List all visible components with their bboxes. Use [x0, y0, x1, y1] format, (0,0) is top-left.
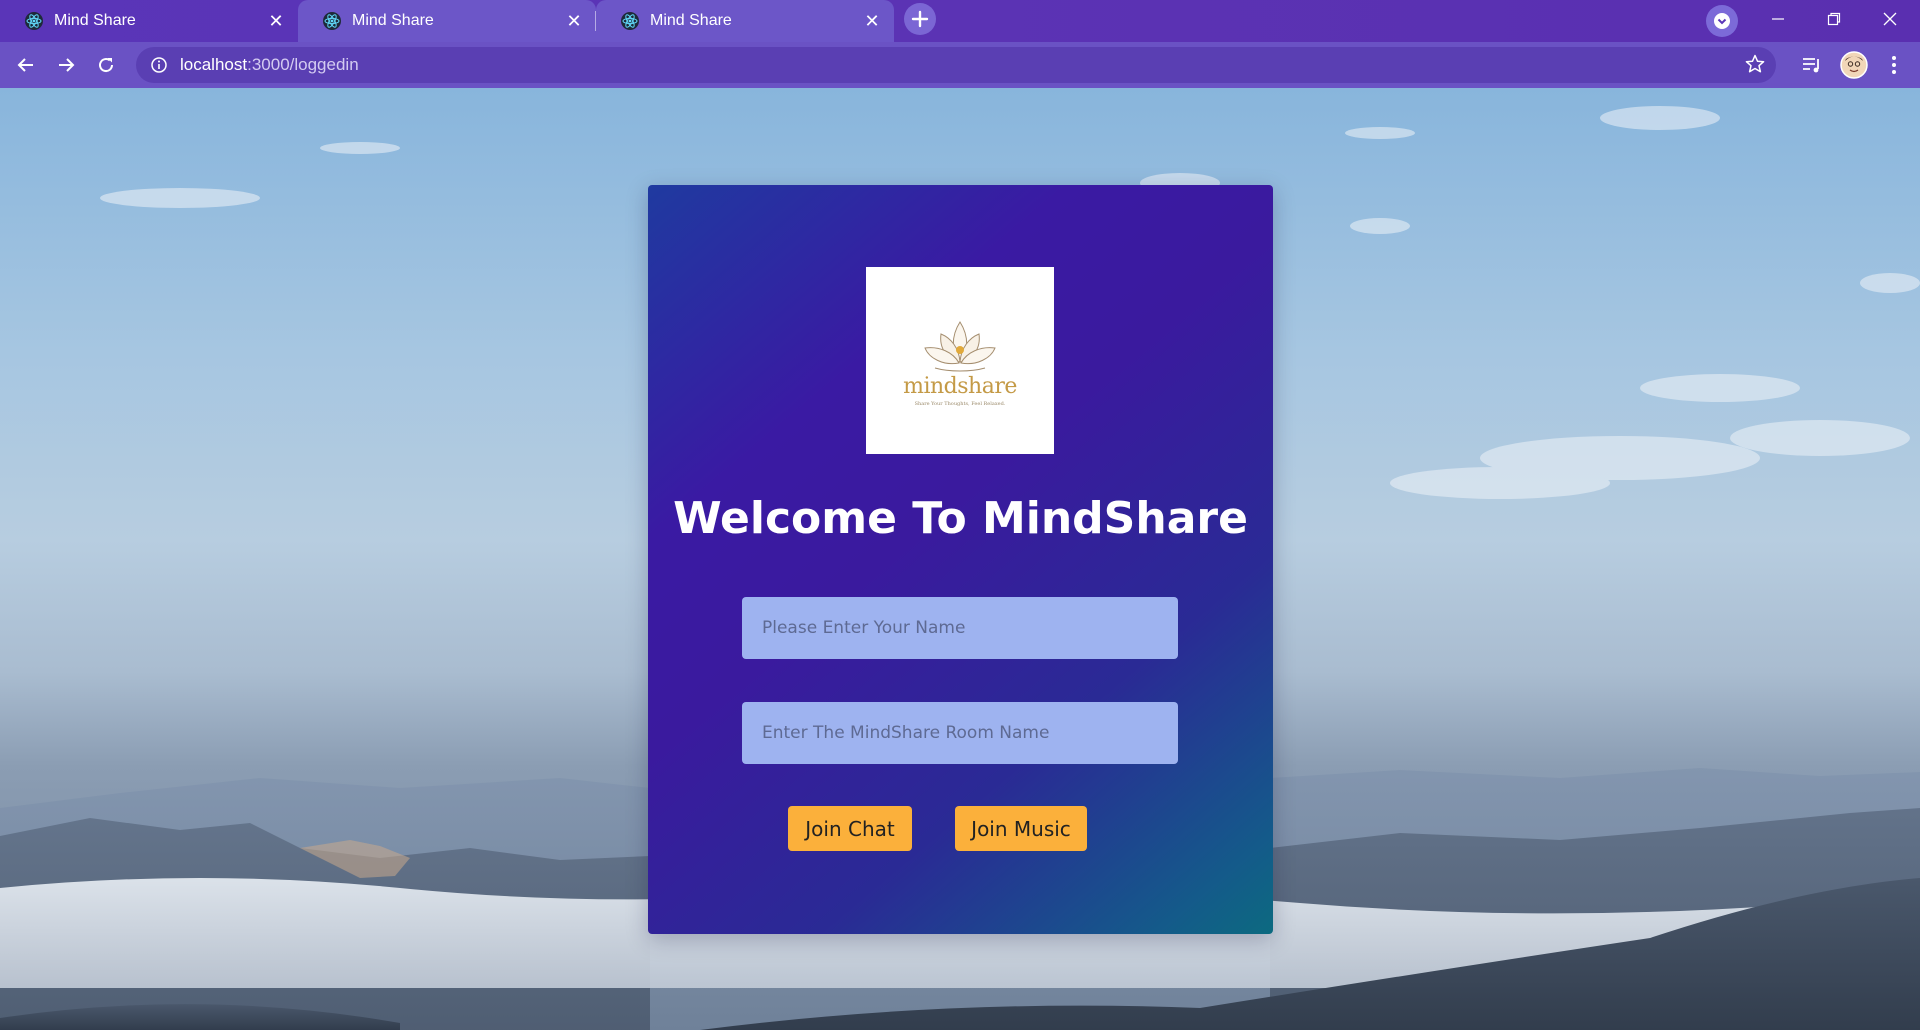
restore-icon [1827, 12, 1841, 26]
mindshare-logo: mindshare Share Your Thoughts, Feel Rela… [866, 267, 1054, 454]
close-icon [1883, 12, 1897, 26]
plus-icon [911, 10, 929, 28]
tab-title: Mind Share [650, 12, 732, 29]
address-bar[interactable]: localhost:3000/loggedin [136, 47, 1776, 83]
browser-tab-2[interactable]: Mind Share ✕ [298, 0, 596, 42]
browser-tab-1[interactable]: Mind Share ✕ [0, 0, 298, 42]
lotus-icon [924, 321, 996, 372]
tab-search-button[interactable] [1706, 5, 1738, 37]
new-tab-button[interactable] [904, 3, 936, 35]
react-icon [621, 12, 639, 30]
tab-title: Mind Share [54, 12, 136, 29]
url-host: localhost [180, 55, 248, 74]
avatar [1840, 51, 1868, 79]
url-text[interactable]: localhost:3000/loggedin [180, 55, 359, 75]
profile-avatar-button[interactable] [1834, 45, 1874, 85]
restore-button[interactable] [1806, 0, 1862, 38]
browser-tab-strip: Mind Share ✕ Mind Share ✕ Mind Share ✕ [0, 0, 1920, 42]
logo-tagline: Share Your Thoughts, Feel Relaxed. [914, 401, 1006, 407]
logo-wordmark: mindshare [903, 374, 1017, 399]
info-icon [151, 57, 167, 73]
join-music-button[interactable]: Join Music [955, 806, 1087, 851]
name-input[interactable] [742, 597, 1178, 659]
arrow-right-icon [59, 58, 75, 72]
browser-tab-3[interactable]: Mind Share ✕ [596, 0, 894, 42]
minimize-button[interactable] [1750, 0, 1806, 38]
tab-close-icon[interactable]: ✕ [266, 11, 286, 32]
media-control-button[interactable] [1792, 45, 1832, 85]
tab-close-icon[interactable]: ✕ [564, 11, 584, 32]
more-vertical-icon [1892, 56, 1896, 74]
react-icon [25, 12, 43, 30]
url-path: :3000/loggedin [247, 55, 359, 74]
page-title: Welcome To MindShare [673, 493, 1248, 544]
join-chat-button[interactable]: Join Chat [788, 806, 912, 851]
room-name-input[interactable] [742, 702, 1178, 764]
react-icon [323, 12, 341, 30]
bookmark-star-icon[interactable] [1744, 53, 1766, 75]
chevron-down-icon [1714, 13, 1730, 29]
queue-music-icon [1803, 58, 1819, 73]
browser-toolbar: localhost:3000/loggedin [0, 42, 1920, 88]
reload-icon [99, 58, 114, 73]
arrow-left-icon [17, 58, 33, 72]
tab-title: Mind Share [352, 12, 434, 29]
page-viewport: mindshare Share Your Thoughts, Feel Rela… [0, 88, 1920, 1030]
reload-button[interactable] [86, 45, 126, 85]
back-button[interactable] [6, 45, 46, 85]
tab-close-icon[interactable]: ✕ [862, 11, 882, 32]
minimize-icon [1772, 18, 1784, 20]
login-card: mindshare Share Your Thoughts, Feel Rela… [648, 185, 1273, 934]
forward-button[interactable] [46, 45, 86, 85]
browser-menu-button[interactable] [1874, 45, 1914, 85]
close-window-button[interactable] [1862, 0, 1918, 38]
